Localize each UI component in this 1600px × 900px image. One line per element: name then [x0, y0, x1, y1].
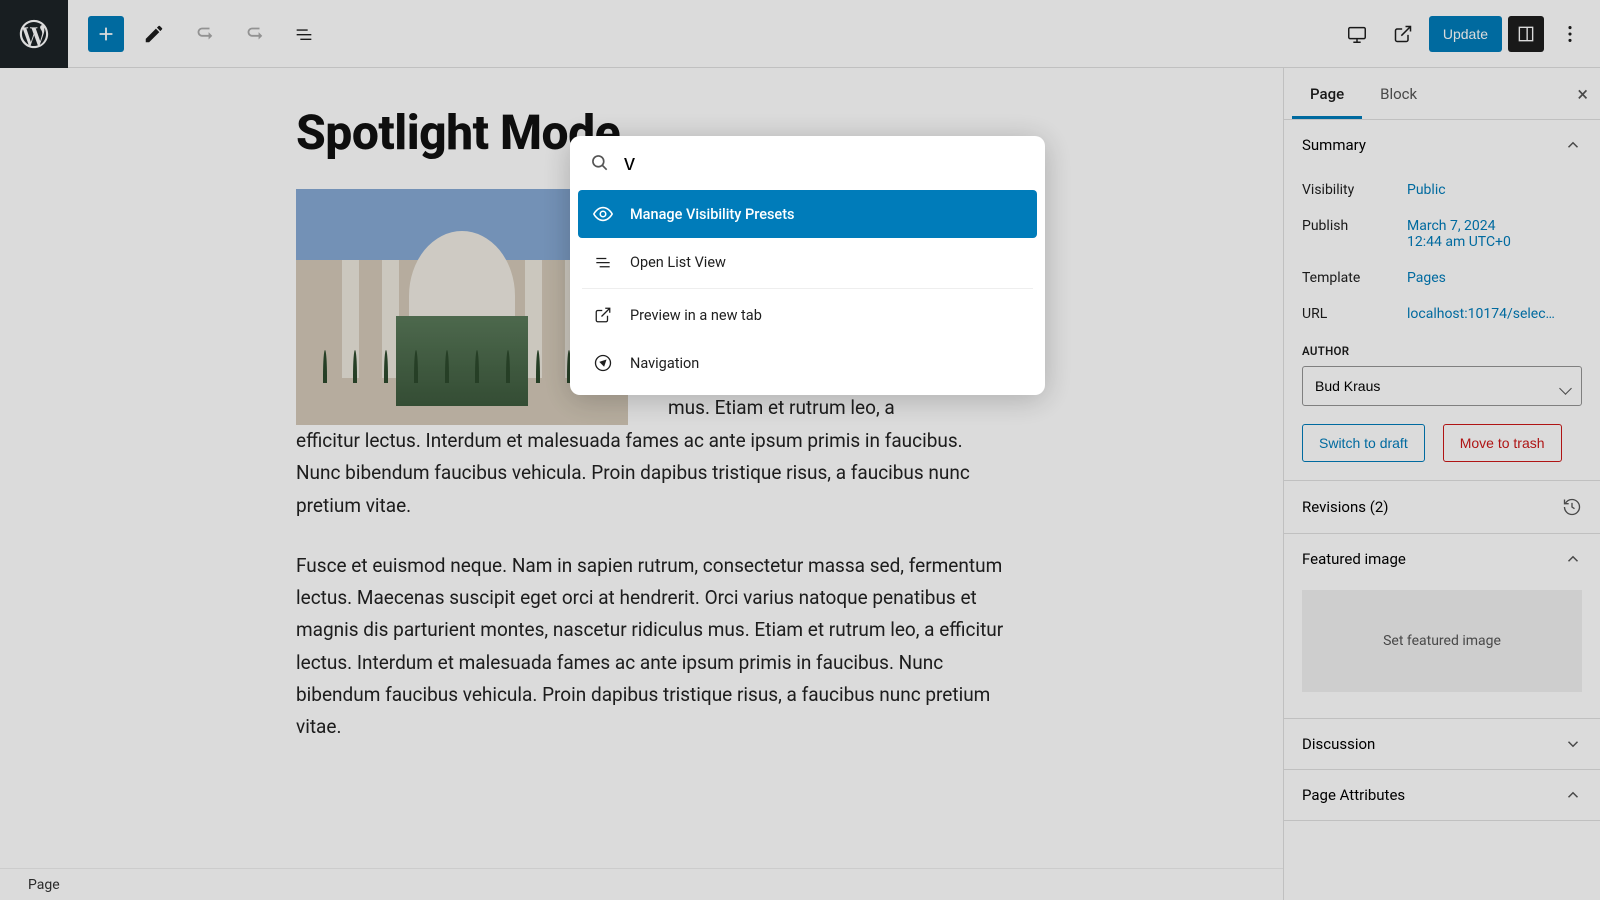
chevron-up-icon: [1564, 136, 1582, 154]
toolbar-right: Update: [1337, 14, 1590, 54]
panel-featured-header[interactable]: Featured image: [1284, 534, 1600, 584]
switch-to-draft-button[interactable]: Switch to draft: [1302, 424, 1425, 462]
document-overview-button[interactable]: [284, 14, 324, 54]
panel-page-attributes[interactable]: Page Attributes: [1284, 770, 1600, 820]
panel-featured-image: Featured image Set featured image: [1284, 534, 1600, 719]
author-label: AUTHOR: [1302, 344, 1582, 358]
palette-item-navigation[interactable]: Navigation: [578, 339, 1037, 387]
panel-summary-header[interactable]: Summary: [1284, 120, 1600, 170]
author-select[interactable]: Bud Kraus: [1302, 366, 1582, 406]
more-vertical-icon: [1559, 23, 1581, 45]
wordpress-icon: [17, 17, 51, 51]
tools-button[interactable]: [134, 14, 174, 54]
move-to-trash-button[interactable]: Move to trash: [1443, 424, 1562, 462]
wordpress-logo[interactable]: [0, 0, 68, 68]
paragraph-text[interactable]: efficitur lectus. Interdum et malesuada …: [296, 425, 1006, 522]
add-block-button[interactable]: [88, 16, 124, 52]
desktop-icon: [1346, 23, 1368, 45]
history-icon: [1562, 497, 1582, 517]
compass-icon: [592, 352, 614, 374]
palette-item-list-view[interactable]: Open List View: [578, 238, 1037, 286]
undo-button[interactable]: [184, 14, 224, 54]
search-icon: [590, 153, 610, 173]
visibility-label: Visibility: [1302, 182, 1407, 198]
url-label: URL: [1302, 306, 1407, 322]
settings-sidebar-toggle[interactable]: [1508, 16, 1544, 52]
chevron-up-icon: [1564, 550, 1582, 568]
redo-button[interactable]: [234, 14, 274, 54]
close-sidebar-button[interactable]: ×: [1577, 82, 1588, 106]
view-button[interactable]: [1337, 14, 1377, 54]
undo-icon: [193, 23, 215, 45]
settings-sidebar: Page Block × Summary VisibilityPublic Pu…: [1283, 68, 1600, 900]
command-search[interactable]: [570, 136, 1045, 178]
command-search-input[interactable]: [624, 150, 1025, 176]
options-button[interactable]: [1550, 14, 1590, 54]
external-link-icon: [592, 304, 614, 326]
plus-icon: [95, 23, 117, 45]
command-palette: Manage Visibility Presets Open List View…: [570, 136, 1045, 395]
pencil-icon: [143, 23, 165, 45]
palette-divider: [582, 288, 1033, 289]
chevron-down-icon: [1564, 735, 1582, 753]
panel-discussion[interactable]: Discussion: [1284, 719, 1600, 769]
tab-block[interactable]: Block: [1362, 68, 1435, 119]
panel-revisions[interactable]: Revisions (2): [1284, 481, 1600, 533]
top-toolbar: Update: [0, 0, 1600, 68]
template-value[interactable]: Pages: [1407, 270, 1582, 286]
publish-value[interactable]: March 7, 202412:44 am UTC+0: [1407, 218, 1582, 250]
sidebar-tabs: Page Block ×: [1284, 68, 1600, 120]
list-view-icon: [592, 251, 614, 273]
list-view-icon: [293, 23, 315, 45]
chevron-up-icon: [1564, 786, 1582, 804]
palette-item-preview-new-tab[interactable]: Preview in a new tab: [578, 291, 1037, 339]
set-featured-image-button[interactable]: Set featured image: [1302, 590, 1582, 692]
external-link-icon: [1393, 24, 1413, 44]
palette-item-visibility-presets[interactable]: Manage Visibility Presets: [578, 190, 1037, 238]
sidebar-icon: [1515, 23, 1537, 45]
visibility-value[interactable]: Public: [1407, 182, 1582, 198]
eye-icon: [592, 203, 614, 225]
block-breadcrumb[interactable]: Page: [0, 868, 1283, 900]
template-label: Template: [1302, 270, 1407, 286]
tab-page[interactable]: Page: [1292, 68, 1362, 119]
toolbar-left: [0, 0, 324, 68]
publish-label: Publish: [1302, 218, 1407, 250]
redo-icon: [243, 23, 265, 45]
paragraph-block[interactable]: Fusce et euismod neque. Nam in sapien ru…: [296, 550, 1006, 744]
preview-button[interactable]: [1383, 14, 1423, 54]
update-button[interactable]: Update: [1429, 16, 1502, 52]
panel-summary: Summary VisibilityPublic PublishMarch 7,…: [1284, 120, 1600, 481]
url-value[interactable]: localhost:10174/selec…: [1407, 306, 1582, 322]
